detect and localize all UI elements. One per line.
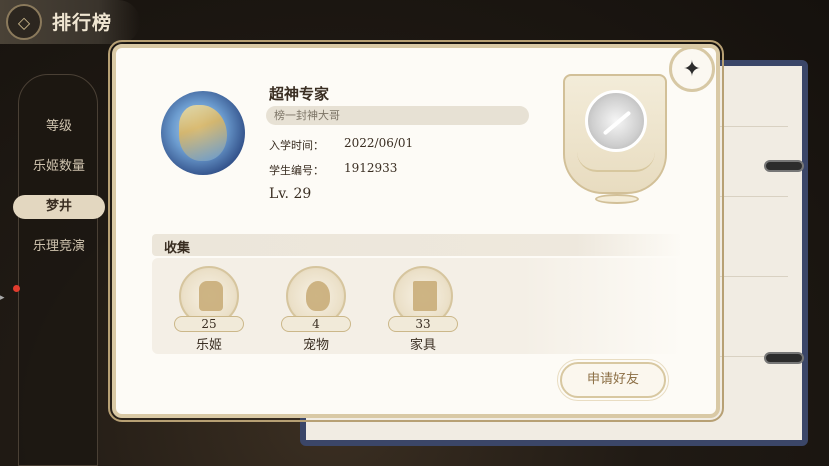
collection-count: 33: [388, 316, 458, 332]
badge-emblem-icon: [585, 90, 647, 152]
sidebar-item-idol-count[interactable]: 乐姬数量: [19, 155, 99, 179]
close-button[interactable]: ✦: [669, 46, 715, 92]
sidebar-item-level[interactable]: 等级: [19, 115, 99, 139]
sidebar-item-dream-well[interactable]: 梦井: [13, 195, 105, 219]
collection-title: 收集: [164, 241, 191, 256]
title-bar: ◇ 排行榜: [0, 0, 140, 44]
collection-label: 宠物: [302, 338, 329, 353]
player-name: 超神专家: [269, 85, 330, 103]
character-glyph: [199, 281, 223, 311]
badge-laurel: [577, 152, 655, 172]
collection-panel: 25 乐姬 4 宠物 33 家具: [152, 258, 682, 354]
collection-label: 家具: [409, 338, 436, 353]
player-profile-card: 超神专家 榜一封神大哥 入学时间： 2022/06/01 学生编号： 19129…: [108, 40, 724, 422]
collection-header: 收集: [152, 234, 682, 256]
rank-badge: [563, 74, 667, 204]
collection-count: 4: [281, 316, 351, 332]
close-icon: ✦: [682, 56, 702, 82]
enroll-date-value: 2022/06/01: [344, 136, 414, 150]
player-level: Lv. 29: [269, 186, 311, 202]
collection-item-idol[interactable]: 25 乐姬: [174, 266, 244, 354]
binder-ring: [764, 160, 804, 172]
pet-glyph: [306, 281, 330, 311]
student-id-label: 学生编号：: [269, 164, 324, 177]
avatar: [161, 91, 245, 175]
back-icon: ◇: [17, 12, 31, 32]
avatar-art: [179, 105, 227, 161]
ranking-sidebar: 等级 乐姬数量 梦井 乐理竞演: [13, 74, 105, 466]
enroll-date-label: 入学时间：: [269, 139, 324, 152]
furniture-glyph: [413, 281, 437, 311]
sidebar-item-music-contest[interactable]: 乐理竞演: [19, 235, 99, 259]
level-prefix: Lv.: [269, 186, 289, 202]
collection-count: 25: [174, 316, 244, 332]
collection-item-pet[interactable]: 4 宠物: [281, 266, 351, 354]
notification-dot: [13, 285, 20, 292]
collection-item-furniture[interactable]: 33 家具: [388, 266, 458, 354]
left-arrow-icon: ▸: [0, 293, 5, 303]
page-title: 排行榜: [52, 12, 113, 34]
binder-ring: [764, 352, 804, 364]
level-value: 29: [293, 186, 312, 202]
badge-base: [595, 194, 639, 204]
player-motto: 榜一封神大哥: [266, 106, 529, 125]
collection-label: 乐姬: [195, 338, 222, 353]
back-button[interactable]: ◇: [6, 4, 42, 40]
student-id-value: 1912933: [344, 161, 398, 175]
friend-request-button[interactable]: 申请好友: [557, 359, 669, 401]
